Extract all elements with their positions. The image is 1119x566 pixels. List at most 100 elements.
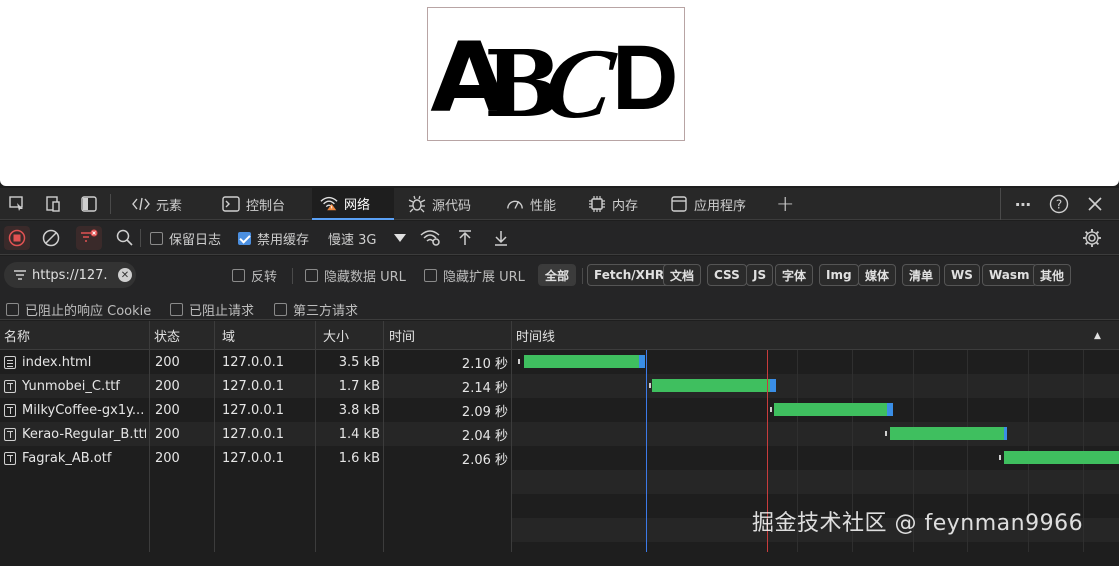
tab-network[interactable]: 网络 (312, 188, 394, 220)
type-filter-font[interactable]: 字体 (775, 264, 814, 286)
invert-checkbox[interactable]: 反转 (232, 266, 277, 285)
type-filter-other[interactable]: 其他 (1033, 264, 1072, 286)
help-icon[interactable]: ? (1048, 194, 1070, 214)
clear-filter-icon[interactable]: ✕ (118, 268, 132, 282)
name-cell[interactable]: Yunmobei_C.ttf (4, 374, 146, 398)
waterfall-download-bar[interactable] (770, 379, 776, 392)
checkbox-box (6, 303, 19, 316)
tabbar-divider (110, 194, 111, 214)
throttling-select[interactable]: 慢速 3G (328, 226, 407, 250)
column-header-time[interactable]: 时间 (385, 321, 415, 350)
tab-label: 应用程序 (694, 198, 747, 214)
waterfall-waiting-bar[interactable] (1004, 451, 1119, 464)
clear-button[interactable] (42, 226, 60, 250)
waterfall-queue-marker (770, 407, 772, 412)
record-button[interactable] (4, 226, 30, 250)
caret-down-icon (394, 234, 407, 242)
sidebar-toggle-icon[interactable] (78, 194, 100, 214)
table-row[interactable]: Kerao-Regular_B.ttf 200 127.0.0.1 1.4 kB 2.0… (0, 422, 512, 446)
name-cell[interactable]: index.html (4, 350, 146, 374)
checkbox-box (232, 269, 245, 282)
blocked-requests-label: 已阻止请求 (189, 304, 255, 319)
tab-elements[interactable]: 元素 (124, 188, 190, 220)
hide-extension-urls-checkbox[interactable]: 隐藏扩展 URL (424, 266, 525, 285)
time-cell: 2.04 秒 (461, 428, 508, 444)
type-filter-fetch-xhr[interactable]: Fetch/XHR (587, 264, 672, 286)
disable-cache-checkbox[interactable]: 禁用缓存 (238, 226, 309, 250)
inspect-icon[interactable] (6, 194, 28, 214)
name-cell[interactable]: Fagrak_AB.otf (4, 446, 146, 470)
add-tab-button[interactable]: + (768, 188, 802, 220)
waterfall-waiting-bar[interactable] (890, 427, 1004, 440)
dom-content-loaded-line (646, 350, 647, 552)
column-header-domain[interactable]: 域 (218, 321, 235, 350)
window-icon (670, 195, 688, 213)
type-filter-wasm[interactable]: Wasm (982, 264, 1037, 286)
time-cell: 2.14 秒 (461, 380, 508, 396)
tab-label: 控制台 (246, 198, 286, 214)
type-filter-css[interactable]: CSS (707, 264, 747, 286)
export-har-button[interactable] (492, 226, 510, 250)
status-cell: 200 (155, 402, 180, 418)
more-options-icon[interactable]: ⋯ (1012, 194, 1034, 214)
column-header-status[interactable]: 状态 (150, 321, 180, 350)
type-filter-doc[interactable]: 文档 (663, 264, 702, 286)
network-settings-button[interactable] (1082, 226, 1102, 250)
blocked-cookies-checkbox[interactable]: 已阻止的响应 Cookie (6, 300, 151, 319)
checkbox-box (424, 269, 437, 282)
tab-console[interactable]: 控制台 (214, 188, 293, 220)
filter-lines-icon (14, 270, 26, 280)
tab-application[interactable]: 应用程序 (662, 188, 754, 220)
tab-memory[interactable]: 内存 (580, 188, 646, 220)
tab-performance[interactable]: 性能 (498, 188, 564, 220)
request-name: Fagrak_AB.otf (22, 450, 112, 466)
download-icon (495, 231, 507, 246)
table-row[interactable]: index.html 200 127.0.0.1 3.5 kB 2.10 秒 (0, 350, 512, 374)
close-devtools-icon[interactable] (1084, 194, 1106, 214)
filter-bar: https://127.0 ✕ 反转 隐藏数据 URL 隐藏扩展 URL 全部 … (0, 256, 1119, 294)
font-file-icon (4, 427, 16, 441)
waterfall-queue-marker (885, 431, 887, 436)
waterfall-queue-marker (518, 359, 520, 364)
type-filter-manifest[interactable]: 清单 (902, 264, 941, 286)
type-filter-all[interactable]: 全部 (538, 264, 577, 286)
column-header-size[interactable]: 大小 (319, 321, 349, 350)
filter-toggle-button[interactable] (76, 226, 102, 250)
waterfall-waiting-bar[interactable] (652, 379, 770, 392)
filter-input[interactable]: https://127.0 ✕ (4, 262, 136, 288)
blocked-requests-checkbox[interactable]: 已阻止请求 (170, 300, 254, 319)
network-conditions-button[interactable] (420, 226, 442, 250)
search-button[interactable] (116, 226, 134, 250)
tab-label: 性能 (530, 198, 557, 214)
table-row[interactable]: Yunmobei_C.ttf 200 127.0.0.1 1.7 kB 2.14 秒 (0, 374, 512, 398)
type-filter-js[interactable]: JS (746, 264, 774, 286)
waterfall-waiting-bar[interactable] (524, 355, 639, 368)
column-header-waterfall[interactable]: 时间线 (512, 321, 555, 350)
third-party-checkbox[interactable]: 第三方请求 (274, 300, 358, 319)
waterfall-waiting-bar[interactable] (774, 403, 887, 416)
status-cell: 200 (155, 378, 180, 394)
plus-icon: + (776, 191, 795, 217)
sort-ascending-icon[interactable]: ▲ (1090, 321, 1101, 350)
type-filter-media[interactable]: 媒体 (858, 264, 897, 286)
size-cell: 1.7 kB (338, 378, 380, 394)
column-header-name[interactable]: 名称 (0, 321, 30, 350)
name-cell[interactable]: Kerao-Regular_B.ttf (4, 422, 146, 446)
waterfall-download-bar[interactable] (887, 403, 893, 416)
preserve-log-checkbox[interactable]: 保留日志 (150, 226, 221, 250)
tab-sources[interactable]: 源代码 (400, 188, 479, 220)
type-filter-img[interactable]: Img (819, 264, 859, 286)
type-filter-ws[interactable]: WS (944, 264, 980, 286)
table-row[interactable]: MilkyCoffee-gx1y... 200 127.0.0.1 3.8 kB 2.0… (0, 398, 512, 422)
hide-data-urls-checkbox[interactable]: 隐藏数据 URL (305, 266, 406, 285)
table-row[interactable]: Fagrak_AB.otf 200 127.0.0.1 1.6 kB 2.06 秒 (0, 446, 512, 470)
throttling-value: 慢速 3G (328, 232, 377, 248)
device-emulation-icon[interactable] (42, 194, 64, 214)
import-har-button[interactable] (456, 226, 474, 250)
name-cell[interactable]: MilkyCoffee-gx1y... (4, 398, 146, 422)
waterfall-download-bar[interactable] (639, 355, 645, 368)
waterfall-download-bar[interactable] (1004, 427, 1007, 440)
tab-label: 网络 (344, 197, 371, 213)
third-party-label: 第三方请求 (293, 304, 359, 319)
time-cell: 2.06 秒 (461, 452, 508, 468)
